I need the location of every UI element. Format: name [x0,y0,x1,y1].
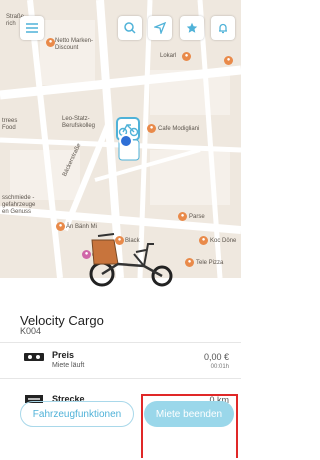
price-status: Miete läuft [52,362,85,369]
map-label: trrees Food [2,118,18,131]
location-arrow-icon [154,22,166,34]
vehicle-code: K004 [20,326,42,336]
restaurant-poi-icon[interactable]: ● [182,52,191,61]
restaurant-poi-icon[interactable]: ● [199,236,208,245]
price-tag-icon [24,353,44,361]
locate-button[interactable] [148,16,172,40]
map-label: Tele Pizza [196,260,224,266]
map-label: Koc Döne [210,238,237,244]
map-label: sschmiede - gefahrzeuge en Genuss [2,195,36,215]
divider [0,378,241,379]
shop-poi-icon[interactable]: ● [46,38,55,47]
highlight-box [141,394,238,458]
map-label: Lokarl [160,53,177,59]
cafe-poi-icon[interactable]: ● [147,124,156,133]
restaurant-poi-icon[interactable]: ● [56,222,65,231]
restaurant-poi-icon[interactable]: ● [185,258,194,267]
vehicle-functions-button[interactable]: Fahrzeugfunktionen [20,401,134,427]
search-icon [124,22,136,34]
notifications-button[interactable] [211,16,235,40]
favorites-button[interactable] [180,16,204,40]
divider [0,342,241,343]
map-label: Leo-Statz- Berufskolleg [62,116,96,129]
search-button[interactable] [118,16,142,40]
bell-icon [219,23,227,34]
restaurant-poi-icon[interactable]: ● [224,56,233,65]
price-value: 0,00 € [203,352,229,362]
menu-button[interactable] [20,16,44,40]
cargo-bike-image [89,233,173,287]
map-label: Netto Marken- Discount [55,38,94,51]
menu-icon [26,23,38,33]
rental-duration: 00:01h [210,364,229,370]
star-icon [186,22,198,33]
map-label: Parse [189,214,205,220]
location-pin-icon [119,134,133,148]
map-label: Cafe Modigliani [158,126,200,132]
price-label: Preis [52,350,75,360]
restaurant-poi-icon[interactable]: ● [178,212,187,221]
